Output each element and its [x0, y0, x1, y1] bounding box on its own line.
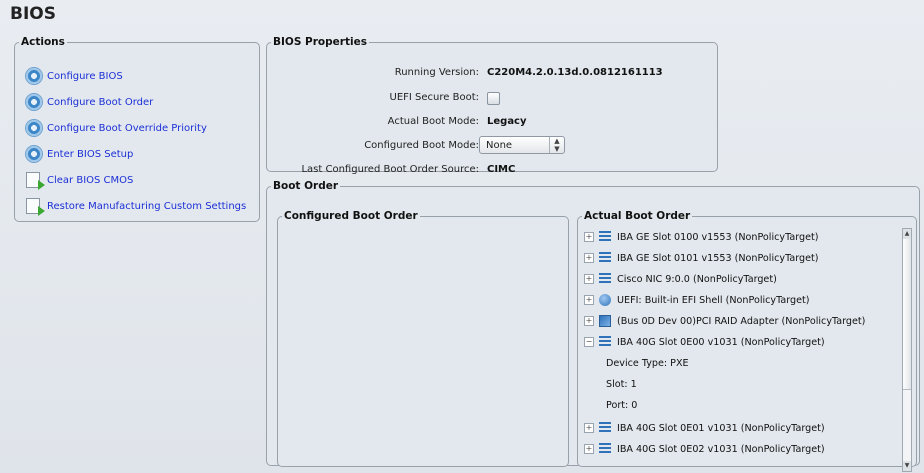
collapse-icon[interactable]: −: [584, 337, 594, 347]
action-label: Restore Manufacturing Custom Settings: [47, 200, 247, 212]
actual-boot-order-legend: Actual Boot Order: [584, 210, 691, 222]
network-icon: [599, 336, 611, 348]
gear-icon: [23, 92, 45, 112]
configured-boot-mode-value: None: [486, 140, 513, 151]
action-label: Clear BIOS CMOS: [47, 174, 134, 186]
boot-device-label: IBA GE Slot 0101 v1553 (NonPolicyTarget): [617, 252, 819, 264]
network-icon: [599, 443, 611, 455]
device-type-detail: Device Type: PXE: [606, 358, 689, 369]
bios-properties-legend: BIOS Properties: [273, 36, 367, 48]
configured-boot-mode-select[interactable]: None ▲ ▼: [479, 136, 565, 154]
actual-boot-order-panel: Actual Boot Order + IBA GE Slot 0100 v15…: [577, 210, 917, 472]
boot-device-row[interactable]: + UEFI: Built-in EFI Shell (NonPolicyTar…: [584, 292, 810, 308]
slot-detail: Slot: 1: [606, 379, 637, 390]
scroll-up-arrow-icon[interactable]: ▲: [903, 229, 911, 239]
boot-order-legend: Boot Order: [273, 180, 339, 192]
running-version-label: Running Version:: [394, 67, 479, 78]
restore-manufacturing-settings-action[interactable]: Restore Manufacturing Custom Settings: [23, 196, 246, 216]
last-configured-source-label: Last Configured Boot Order Source:: [301, 164, 479, 175]
boot-device-label: (Bus 0D Dev 00)PCI RAID Adapter (NonPoli…: [617, 315, 866, 327]
document-arrow-icon: [23, 196, 45, 216]
boot-device-row[interactable]: + IBA 40G Slot 0E02 v1031 (NonPolicyTarg…: [584, 441, 825, 457]
action-label: Enter BIOS Setup: [47, 148, 134, 160]
running-version-row: Running Version: C220M4.2.0.13d.0.081216…: [267, 66, 717, 82]
configure-bios-action[interactable]: Configure BIOS: [23, 66, 123, 86]
configured-boot-mode-row: Configured Boot Mode: None ▲ ▼: [267, 136, 717, 155]
actions-panel: Actions Configure BIOS Configure Boot Or…: [14, 36, 260, 222]
boot-device-label: IBA 40G Slot 0E00 v1031 (NonPolicyTarget…: [617, 336, 825, 348]
configured-boot-mode-label: Configured Boot Mode:: [364, 140, 479, 151]
bios-properties-panel: BIOS Properties Running Version: C220M4.…: [266, 36, 718, 175]
actual-boot-mode-label: Actual Boot Mode:: [387, 116, 479, 127]
boot-device-label: IBA 40G Slot 0E01 v1031 (NonPolicyTarget…: [617, 422, 825, 434]
gear-icon: [23, 118, 45, 138]
actions-legend: Actions: [21, 36, 65, 48]
configured-boot-order-legend: Configured Boot Order: [284, 210, 418, 222]
action-label: Configure BIOS: [47, 70, 123, 82]
boot-device-row[interactable]: + Cisco NIC 9:0.0 (NonPolicyTarget): [584, 271, 777, 287]
network-icon: [599, 422, 611, 434]
configure-boot-order-action[interactable]: Configure Boot Order: [23, 92, 153, 112]
configured-boot-order-panel: Configured Boot Order: [277, 210, 569, 467]
last-configured-source-row: Last Configured Boot Order Source: CIMC: [267, 163, 717, 179]
running-version-value: C220M4.2.0.13d.0.0812161113: [487, 67, 663, 78]
expand-icon[interactable]: +: [584, 253, 594, 263]
boot-order-panel: Boot Order Configured Boot Order Actual …: [266, 180, 920, 472]
uefi-secure-boot-row: UEFI Secure Boot:: [267, 91, 717, 107]
expand-icon[interactable]: +: [584, 316, 594, 326]
last-configured-source-value: CIMC: [487, 164, 516, 175]
network-icon: [599, 231, 611, 243]
document-arrow-icon: [23, 170, 45, 190]
select-arrows-icon: ▲ ▼: [549, 137, 564, 153]
uefi-secure-boot-checkbox[interactable]: [487, 92, 500, 105]
expand-icon[interactable]: +: [584, 295, 594, 305]
boot-device-label: IBA 40G Slot 0E02 v1031 (NonPolicyTarget…: [617, 443, 825, 455]
boot-device-row[interactable]: + (Bus 0D Dev 00)PCI RAID Adapter (NonPo…: [584, 313, 865, 329]
expand-icon[interactable]: +: [584, 274, 594, 284]
uefi-secure-boot-label: UEFI Secure Boot:: [389, 92, 479, 103]
expand-icon[interactable]: +: [584, 423, 594, 433]
gear-icon: [23, 66, 45, 86]
enter-bios-setup-action[interactable]: Enter BIOS Setup: [23, 144, 133, 164]
efi-shell-icon: [599, 294, 611, 306]
scroll-down-arrow-icon[interactable]: ▼: [903, 461, 911, 471]
raid-adapter-icon: [599, 315, 611, 327]
boot-device-row[interactable]: + IBA GE Slot 0100 v1553 (NonPolicyTarge…: [584, 229, 819, 245]
configure-boot-override-priority-action[interactable]: Configure Boot Override Priority: [23, 118, 207, 138]
scroll-thumb[interactable]: [903, 239, 911, 390]
network-icon: [599, 273, 611, 285]
boot-device-label: Cisco NIC 9:0.0 (NonPolicyTarget): [617, 273, 777, 285]
clear-bios-cmos-action[interactable]: Clear BIOS CMOS: [23, 170, 133, 190]
boot-device-label: IBA GE Slot 0100 v1553 (NonPolicyTarget): [617, 231, 819, 243]
page-title: BIOS: [10, 4, 56, 24]
expand-icon[interactable]: +: [584, 444, 594, 454]
gear-icon: [23, 144, 45, 164]
port-detail: Port: 0: [606, 400, 638, 411]
action-label: Configure Boot Override Priority: [47, 122, 207, 134]
actual-boot-mode-value: Legacy: [487, 116, 527, 127]
network-icon: [599, 252, 611, 264]
boot-device-row[interactable]: + IBA GE Slot 0101 v1553 (NonPolicyTarge…: [584, 250, 819, 266]
boot-device-row[interactable]: − IBA 40G Slot 0E00 v1031 (NonPolicyTarg…: [584, 334, 825, 350]
boot-device-row[interactable]: + IBA 40G Slot 0E01 v1031 (NonPolicyTarg…: [584, 420, 825, 436]
actual-boot-order-scrollbar[interactable]: ▲ ▼: [902, 228, 912, 472]
actual-boot-mode-row: Actual Boot Mode: Legacy: [267, 115, 717, 131]
boot-device-label: UEFI: Built-in EFI Shell (NonPolicyTarge…: [617, 294, 810, 306]
expand-icon[interactable]: +: [584, 232, 594, 242]
action-label: Configure Boot Order: [47, 96, 154, 108]
